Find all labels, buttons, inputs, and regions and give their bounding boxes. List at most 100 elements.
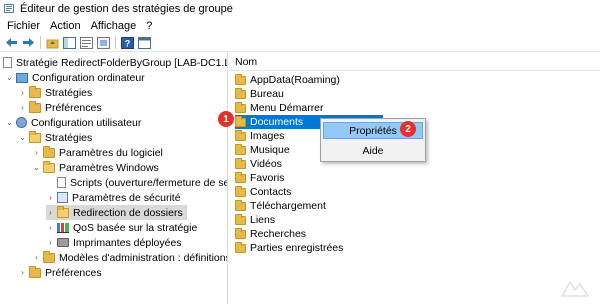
list-item-label: Vidéos bbox=[250, 158, 282, 170]
tree-software-settings[interactable]: › Paramètres du logiciel bbox=[32, 145, 163, 160]
folder-icon bbox=[235, 199, 246, 211]
tree-user-config[interactable]: ⌄ Configuration utilisateur bbox=[5, 115, 141, 130]
list-item[interactable]: Favoris bbox=[235, 171, 284, 185]
computer-icon bbox=[16, 72, 28, 83]
column-header-name[interactable]: Nom bbox=[229, 53, 600, 71]
tree-computer-strategies[interactable]: › Stratégies bbox=[18, 85, 92, 100]
context-menu-help-label: Aide bbox=[362, 144, 384, 157]
list-item-label: Contacts bbox=[250, 186, 292, 198]
security-settings-icon bbox=[57, 192, 68, 203]
printer-icon bbox=[57, 238, 69, 247]
watermark-logo bbox=[560, 278, 590, 298]
list-item-label: Musique bbox=[250, 144, 290, 156]
chevron-right-icon[interactable]: › bbox=[46, 220, 55, 235]
menu-help[interactable]: ? bbox=[141, 20, 157, 32]
script-document-icon bbox=[57, 177, 66, 188]
tree-computer-preferences[interactable]: › Préférences bbox=[18, 100, 102, 115]
help-icon[interactable]: ? bbox=[120, 36, 134, 50]
tree-qos[interactable]: › QoS basée sur la stratégie bbox=[46, 220, 197, 235]
chevron-down-icon[interactable]: ⌄ bbox=[18, 130, 27, 145]
list-item-label: Favoris bbox=[250, 172, 285, 184]
list-item-label: Recherches bbox=[250, 228, 307, 240]
folder-icon bbox=[235, 129, 246, 141]
chevron-right-icon[interactable]: › bbox=[18, 85, 27, 100]
chevron-right-icon[interactable]: › bbox=[46, 205, 55, 220]
chevron-right-icon[interactable]: › bbox=[46, 190, 55, 205]
list-item[interactable]: Recherches bbox=[235, 227, 306, 241]
tree-computer-preferences-label: Préférences bbox=[45, 101, 102, 114]
tree-windows-settings[interactable]: ⌄ Paramètres Windows bbox=[32, 160, 159, 175]
menu-fichier[interactable]: Fichier bbox=[2, 20, 45, 32]
list-item[interactable]: Parties enregistrées bbox=[235, 241, 343, 255]
tree-user-preferences-label: Préférences bbox=[45, 266, 102, 279]
tree-computer-config-label: Configuration ordinateur bbox=[32, 71, 145, 84]
folder-icon bbox=[235, 115, 246, 127]
list-item[interactable]: Musique bbox=[235, 143, 290, 157]
list-item-label: Téléchargement bbox=[250, 200, 326, 212]
menu-action[interactable]: Action bbox=[45, 20, 86, 32]
context-menu-help[interactable]: Aide bbox=[323, 142, 423, 159]
open-folder-icon bbox=[57, 205, 69, 218]
menu-affichage[interactable]: Affichage bbox=[86, 20, 142, 32]
folder-icon bbox=[235, 171, 246, 183]
open-folder-icon bbox=[43, 160, 55, 173]
tree-printers-label: Imprimantes déployées bbox=[73, 236, 182, 249]
tree-security-settings[interactable]: › Paramètres de sécurité bbox=[46, 190, 180, 205]
folder-icon bbox=[235, 157, 246, 169]
list-item[interactable]: AppData(Roaming) bbox=[235, 73, 340, 87]
tree-computer-strategies-label: Stratégies bbox=[45, 86, 93, 99]
folder-icon bbox=[235, 213, 246, 225]
tree-scripts[interactable]: Scripts (ouverture/fermeture de session) bbox=[46, 175, 227, 190]
list-item-label: Liens bbox=[250, 214, 276, 226]
tree-root[interactable]: Stratégie RedirectFolderByGroup [LAB-DC1… bbox=[3, 55, 227, 70]
tree-folder-redirection[interactable]: › Redirection de dossiers bbox=[46, 205, 187, 220]
forward-arrow-icon[interactable] bbox=[21, 36, 35, 50]
chevron-right-icon[interactable]: › bbox=[32, 145, 41, 160]
list-item-label: Images bbox=[250, 130, 285, 142]
show-hide-tree-icon[interactable] bbox=[62, 36, 76, 50]
svg-text:?: ? bbox=[124, 38, 130, 48]
chevron-down-icon[interactable]: ⌄ bbox=[5, 115, 14, 130]
folder-icon bbox=[29, 100, 41, 113]
console-icon[interactable] bbox=[137, 36, 151, 50]
list-item[interactable]: Images bbox=[235, 129, 284, 143]
folder-icon bbox=[29, 85, 41, 98]
details-pane: Nom AppData(Roaming) Bureau Menu Démarre… bbox=[229, 53, 600, 304]
list-item[interactable]: Menu Démarrer bbox=[235, 101, 324, 115]
folder-icon bbox=[43, 145, 55, 158]
tree-user-preferences[interactable]: › Préférences bbox=[18, 265, 102, 280]
chevron-down-icon[interactable]: ⌄ bbox=[32, 160, 41, 175]
list-item[interactable]: Contacts bbox=[235, 185, 291, 199]
tree-admin-templates[interactable]: › Modèles d'administration : définitions… bbox=[32, 250, 227, 265]
tree-user-strategies[interactable]: ⌄ Stratégies bbox=[18, 130, 92, 145]
up-folder-icon[interactable] bbox=[45, 36, 59, 50]
title-bar: Éditeur de gestion des stratégies de gro… bbox=[0, 0, 600, 17]
step-badge-2-label: 2 bbox=[405, 123, 411, 135]
list-item[interactable]: Vidéos bbox=[235, 157, 282, 171]
export-list-icon[interactable] bbox=[79, 36, 93, 50]
toolbar-separator bbox=[115, 36, 116, 49]
chevron-right-icon[interactable]: › bbox=[32, 250, 41, 265]
chevron-down-icon[interactable]: ⌄ bbox=[5, 70, 14, 85]
folder-icon bbox=[235, 185, 246, 197]
chevron-right-icon[interactable]: › bbox=[18, 100, 27, 115]
tree-computer-config[interactable]: ⌄ Configuration ordinateur bbox=[5, 70, 145, 85]
chevron-right-icon[interactable]: › bbox=[18, 265, 27, 280]
back-arrow-icon[interactable] bbox=[4, 36, 18, 50]
folder-icon bbox=[235, 143, 246, 155]
properties-icon[interactable] bbox=[96, 36, 110, 50]
tree-software-settings-label: Paramètres du logiciel bbox=[59, 146, 163, 159]
folder-icon bbox=[29, 265, 41, 278]
tree-printers[interactable]: › Imprimantes déployées bbox=[46, 235, 182, 250]
list-item[interactable]: Liens bbox=[235, 213, 275, 227]
list-item-label: Parties enregistrées bbox=[250, 242, 344, 254]
tree-windows-settings-label: Paramètres Windows bbox=[59, 161, 159, 174]
tree-folder-redirection-label: Redirection de dossiers bbox=[73, 206, 183, 219]
user-icon bbox=[16, 117, 27, 128]
list-item-label: Bureau bbox=[250, 88, 284, 100]
list-item[interactable]: Téléchargement bbox=[235, 199, 326, 213]
chevron-right-icon[interactable]: › bbox=[46, 235, 55, 250]
list-item[interactable]: Bureau bbox=[235, 87, 284, 101]
list-item-label: Menu Démarrer bbox=[250, 102, 324, 114]
